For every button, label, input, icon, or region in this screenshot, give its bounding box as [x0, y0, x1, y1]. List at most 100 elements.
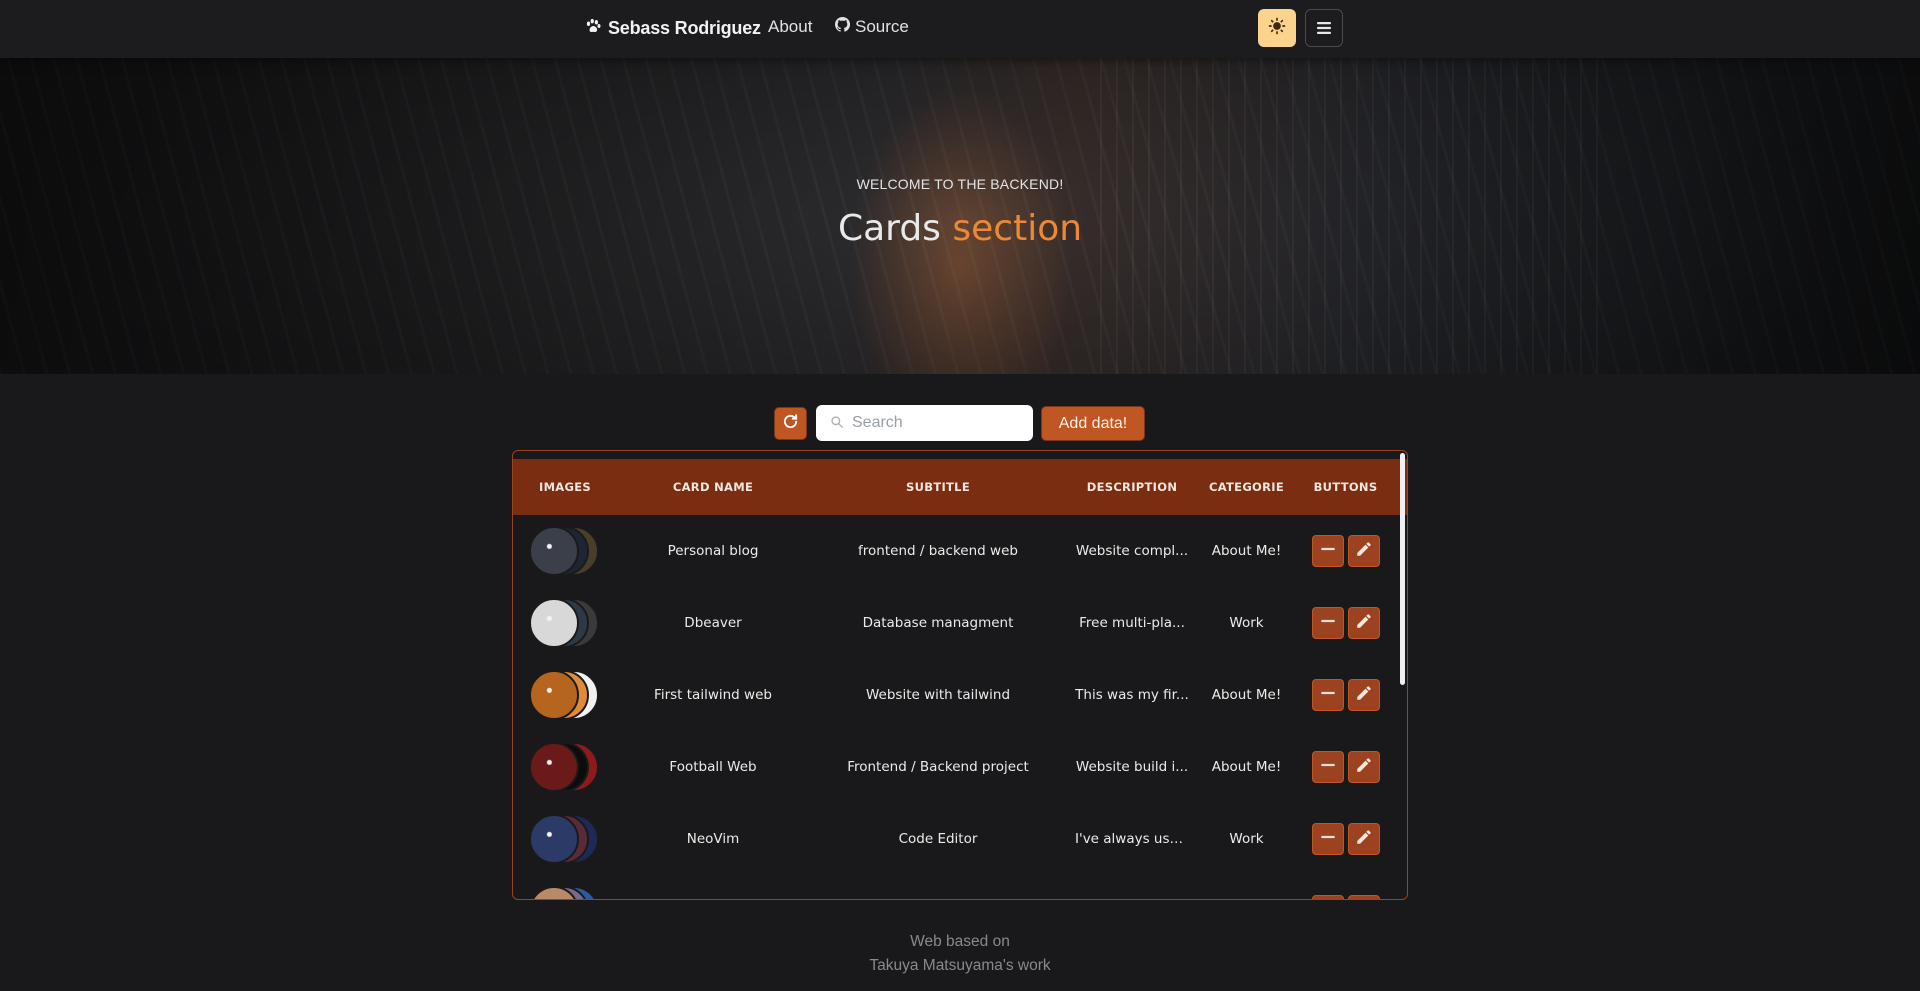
row-images [513, 670, 617, 720]
row-buttons [1296, 895, 1395, 899]
edit-card-button[interactable] [1347, 607, 1380, 639]
image-stack [529, 814, 601, 864]
nav-link-about[interactable]: About [768, 17, 812, 37]
brand-link[interactable]: Sebass Rodriguez [584, 15, 761, 41]
card-image-thumbnail [529, 814, 579, 864]
card-image-thumbnail [529, 526, 579, 576]
edit-card-button[interactable] [1347, 895, 1380, 899]
theme-toggle-button[interactable] [1258, 9, 1296, 47]
cards-table: IMAGES CARD NAME SUBTITLE DESCRIPTION CA… [512, 450, 1408, 900]
subtitle-cell: frontend / backend web [858, 543, 1018, 559]
row-buttons [1296, 751, 1395, 783]
minus-icon [1319, 828, 1337, 850]
hero-title: Cards section [0, 208, 1920, 249]
row-images [513, 814, 617, 864]
hamburger-icon [1317, 19, 1331, 38]
card-name-cell: Dbeaver [684, 615, 742, 631]
search-box [816, 405, 1033, 441]
table-scrollbar[interactable] [1400, 453, 1405, 685]
minus-icon [1319, 612, 1337, 634]
image-stack [529, 670, 601, 720]
hero-title-main: Cards [837, 208, 941, 249]
row-buttons [1296, 607, 1395, 639]
table-row: NeoVim Code Editor I've always use... Wo… [513, 803, 1407, 875]
minus-icon [1319, 684, 1337, 706]
header-categorie: CATEGORIE [1208, 480, 1285, 494]
edit-card-button[interactable] [1347, 679, 1380, 711]
table-row: Football Web Frontend / Backend project … [513, 731, 1407, 803]
hero-banner: WELCOME TO THE BACKEND! Cards section [0, 58, 1920, 374]
header-card-name: CARD NAME [672, 480, 754, 494]
refresh-icon [782, 413, 799, 434]
card-image-thumbnail [529, 598, 579, 648]
search-input[interactable] [852, 414, 1022, 432]
add-data-button[interactable]: Add data! [1041, 406, 1145, 441]
row-images [513, 886, 617, 899]
footer: Web based on Takuya Matsuyama's work [0, 930, 1920, 978]
pencil-icon [1355, 756, 1373, 778]
subtitle-cell: Database managment [862, 615, 1014, 631]
pencil-icon [1355, 828, 1373, 850]
row-images [513, 526, 617, 576]
header-buttons: BUTTONS [1313, 480, 1378, 494]
nav-link-source-label: Source [855, 17, 909, 36]
description-cell: Website build i... [1075, 759, 1189, 775]
description-cell: I've always use... [1075, 831, 1191, 847]
paw-icon [584, 17, 602, 40]
image-stack [529, 598, 601, 648]
navbar: Sebass Rodriguez About Source [0, 0, 1920, 58]
footer-credit[interactable]: Takuya Matsuyama's work [0, 954, 1920, 978]
category-cell: Work [1229, 831, 1264, 847]
remove-card-button[interactable] [1311, 535, 1344, 567]
pencil-icon [1355, 612, 1373, 634]
description-cell: Free multi-pla... [1079, 615, 1185, 631]
sun-icon [1268, 17, 1286, 39]
header-images: IMAGES [538, 480, 591, 494]
pencil-icon [1355, 684, 1373, 706]
header-description: DESCRIPTION [1086, 480, 1178, 494]
row-buttons [1296, 823, 1395, 855]
image-stack [529, 526, 601, 576]
category-cell: About Me! [1211, 543, 1282, 559]
hero-kicker: WELCOME TO THE BACKEND! [856, 176, 1064, 192]
search-icon [816, 414, 844, 433]
row-buttons [1296, 535, 1395, 567]
remove-card-button[interactable] [1311, 823, 1344, 855]
edit-card-button[interactable] [1347, 823, 1380, 855]
menu-button[interactable] [1305, 9, 1343, 47]
description-cell: Website compl... [1075, 543, 1189, 559]
card-name-cell: NeoVim [686, 831, 740, 847]
card-image-thumbnail [529, 670, 579, 720]
card-image-thumbnail [529, 742, 579, 792]
table-row: Dbeaver Database managment Free multi-pl… [513, 587, 1407, 659]
description-cell: This was my fir... [1075, 687, 1189, 703]
category-cell: Work [1229, 615, 1264, 631]
github-icon [834, 16, 851, 37]
remove-card-button[interactable] [1311, 895, 1344, 899]
row-images [513, 598, 617, 648]
nav-link-source[interactable]: Source [834, 16, 909, 37]
table-row: Personal blog frontend / backend web Web… [513, 515, 1407, 587]
image-stack [529, 886, 601, 899]
subtitle-cell: Website with tailwind [865, 687, 1011, 703]
minus-icon [1319, 540, 1337, 562]
image-stack [529, 742, 601, 792]
footer-line1: Web based on [910, 933, 1010, 950]
minus-icon [1319, 756, 1337, 778]
remove-card-button[interactable] [1311, 751, 1344, 783]
subtitle-cell: Frontend / Backend project [847, 759, 1029, 775]
brand-name: Sebass Rodriguez [608, 17, 761, 38]
subtitle-cell: Code Editor [898, 831, 978, 847]
category-cell: About Me! [1211, 759, 1282, 775]
card-name-cell: Football Web [669, 759, 757, 775]
remove-card-button[interactable] [1311, 607, 1344, 639]
row-images [513, 742, 617, 792]
header-subtitle: SUBTITLE [906, 480, 970, 494]
nav-link-about-label: About [768, 17, 813, 36]
edit-card-button[interactable] [1347, 535, 1380, 567]
refresh-button[interactable] [774, 407, 807, 440]
remove-card-button[interactable] [1311, 679, 1344, 711]
table-row: First tailwind web Website with tailwind… [513, 659, 1407, 731]
table-header: IMAGES CARD NAME SUBTITLE DESCRIPTION CA… [513, 459, 1407, 515]
edit-card-button[interactable] [1347, 751, 1380, 783]
